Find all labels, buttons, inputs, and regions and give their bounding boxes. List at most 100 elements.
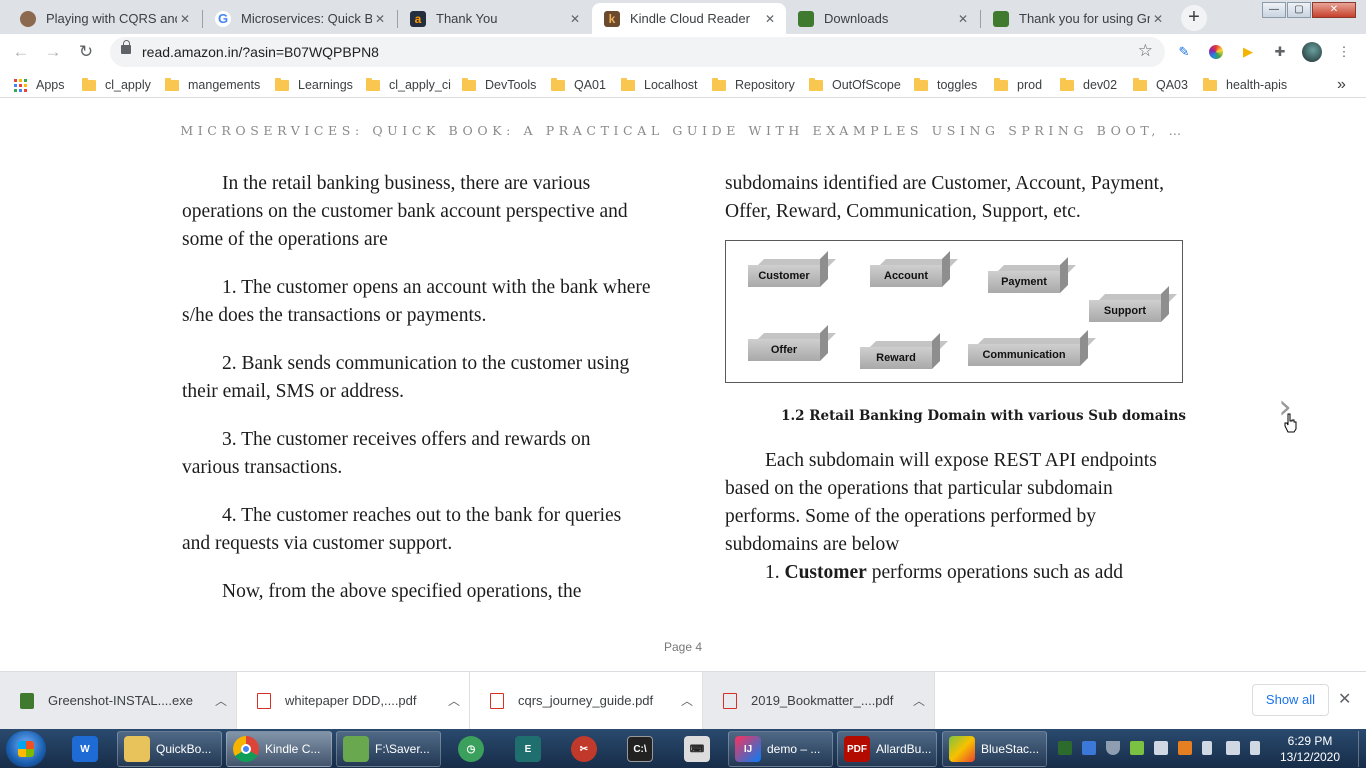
bookmark-folder[interactable]: health-apis — [1203, 76, 1287, 94]
new-tab-button[interactable]: + — [1181, 5, 1207, 31]
figure-box-communication: Communication — [968, 330, 1096, 366]
folder-icon — [462, 77, 476, 91]
menu-icon[interactable]: ⋮ — [1334, 42, 1354, 62]
taskbar-item-pdf-reader[interactable]: PDF AllardBu... — [837, 731, 937, 767]
bookmark-folder[interactable]: Repository — [712, 76, 795, 94]
taskbar-item-intellij[interactable]: IJ demo – ... — [728, 731, 833, 767]
tab-thank-you[interactable]: a Thank You ✕ — [398, 3, 591, 34]
left-column: In the retail banking business, there ar… — [182, 170, 652, 626]
taskbar-editor[interactable]: E — [509, 731, 549, 767]
bookmarks-overflow-button[interactable]: » — [1337, 76, 1346, 94]
window-close-button[interactable]: ✕ — [1312, 2, 1356, 18]
address-bar[interactable]: read.amazon.in/?asin=B07WQPBPN8 ☆ — [110, 37, 1165, 67]
folder-icon — [366, 77, 380, 91]
kindle-icon: k — [604, 10, 620, 27]
bookmark-folder[interactable]: QA03 — [1133, 76, 1188, 94]
download-item[interactable]: 2019_Bookmatter_....pdf ︿ — [703, 672, 935, 729]
close-icon[interactable]: ✕ — [372, 12, 388, 26]
paragraph: Now, from the above specified operations… — [222, 581, 582, 602]
taskbar-snipping[interactable]: ✂ — [565, 731, 605, 767]
system-clock[interactable]: 6:29 PM 13/12/2020 — [1268, 733, 1352, 765]
download-item[interactable]: whitepaper DDD,....pdf ︿ — [237, 672, 470, 729]
bookmark-folder[interactable]: DevTools — [462, 76, 536, 94]
minimize-button[interactable]: — — [1262, 2, 1286, 18]
back-button[interactable]: ← — [9, 40, 33, 64]
tab-microservices[interactable]: G Microservices: Quick Boo ✕ — [203, 3, 396, 34]
bookmark-label: Apps — [36, 78, 65, 92]
bookmark-label: Learnings — [298, 78, 353, 92]
tray-flag-icon[interactable] — [1202, 741, 1212, 755]
bookmark-folder[interactable]: prod — [994, 76, 1042, 94]
close-icon[interactable]: ✕ — [177, 12, 193, 26]
tab-kindle-cloud-reader[interactable]: k Kindle Cloud Reader ✕ — [592, 3, 786, 34]
bookmark-folder[interactable]: QA01 — [551, 76, 606, 94]
bookmark-folder[interactable]: mangements — [165, 76, 260, 94]
bookmark-folder[interactable]: cl_apply — [82, 76, 151, 94]
bookmark-folder[interactable]: OutOfScope — [809, 76, 901, 94]
play-extension-icon[interactable]: ▶ — [1238, 42, 1258, 62]
taskbar-item-chrome[interactable]: Kindle C... — [226, 731, 332, 767]
tray-speaker-icon[interactable] — [1250, 741, 1260, 755]
close-icon[interactable]: ✕ — [762, 12, 778, 26]
taskbar-item-bluestacks[interactable]: BlueStac... — [942, 731, 1047, 767]
tab-downloads[interactable]: Downloads ✕ — [786, 3, 979, 34]
tray-bluestacks-icon[interactable] — [1130, 741, 1144, 755]
clock-app-icon: ◷ — [458, 736, 484, 762]
reload-button[interactable]: ↻ — [74, 40, 98, 64]
tray-volume-icon[interactable] — [1178, 741, 1192, 755]
tab-cqrs[interactable]: Playing with CQRS and E ✕ — [8, 3, 201, 34]
tab-greenshot-thanks[interactable]: Thank you for using Gree ✕ — [981, 3, 1174, 34]
close-icon[interactable]: ✕ — [567, 12, 583, 26]
close-icon[interactable]: ✕ — [955, 12, 971, 26]
forward-button[interactable]: → — [41, 40, 65, 64]
start-button[interactable] — [6, 731, 46, 767]
intellij-icon: IJ — [735, 736, 761, 762]
tab-title: Thank You — [436, 11, 498, 26]
profile-avatar[interactable] — [1302, 42, 1322, 62]
bookmark-folder[interactable]: dev02 — [1060, 76, 1117, 94]
tray-shield-icon[interactable] — [1106, 741, 1120, 755]
list-item: 1. Customer performs operations such as … — [725, 559, 1190, 587]
taskbar-pinned-app[interactable]: W — [66, 731, 106, 767]
bookmark-folder[interactable]: toggles — [914, 76, 977, 94]
folder-icon — [124, 736, 150, 762]
chevron-up-icon[interactable]: ︿ — [904, 692, 934, 709]
right-column: subdomains identified are Customer, Acco… — [725, 170, 1190, 587]
pdf-icon — [723, 692, 737, 709]
list-bold-term: Customer — [784, 562, 867, 583]
taskbar-terminal[interactable]: C:\ — [621, 731, 661, 767]
tab-title: Microservices: Quick Boo — [241, 11, 372, 26]
star-icon[interactable]: ☆ — [1138, 41, 1153, 61]
taskbar-keyboard[interactable]: ⌨ — [678, 731, 718, 767]
installer-icon — [20, 692, 34, 709]
download-item[interactable]: cqrs_journey_guide.pdf ︿ — [470, 672, 703, 729]
chevron-up-icon[interactable]: ︿ — [439, 692, 469, 709]
bookmark-folder[interactable]: Learnings — [275, 76, 353, 94]
chevron-up-icon[interactable]: ︿ — [206, 692, 236, 709]
tray-grid-icon[interactable] — [1154, 741, 1168, 755]
chevron-up-icon[interactable]: ︿ — [672, 692, 702, 709]
bookmark-apps[interactable]: Apps — [14, 76, 65, 94]
color-wheel-extension-icon[interactable] — [1206, 42, 1226, 62]
bookmark-folder[interactable]: cl_apply_ci — [366, 76, 451, 94]
taskbar-item-explorer[interactable]: QuickBo... — [117, 731, 222, 767]
tray-greenshot-icon[interactable] — [1058, 741, 1072, 755]
tray-monitor-icon[interactable] — [1226, 741, 1240, 755]
show-desktop-button[interactable] — [1358, 731, 1366, 767]
puzzle-extensions-icon[interactable]: ✚ — [1270, 42, 1290, 62]
download-item[interactable]: Greenshot-INSTAL....exe ︿ — [0, 672, 237, 729]
bookmark-folder[interactable]: Localhost — [621, 76, 698, 94]
taskbar-clock-app[interactable]: ◷ — [452, 731, 492, 767]
taskbar-label: demo – ... — [767, 742, 821, 756]
maximize-button[interactable]: ▢ — [1287, 2, 1311, 18]
tray-network-monitor-icon[interactable] — [1082, 741, 1096, 755]
download-filename: whitepaper DDD,....pdf — [285, 693, 417, 708]
close-downloads-button[interactable]: ✕ — [1338, 689, 1351, 709]
taskbar-item-notepad[interactable]: F:\Saver... — [336, 731, 441, 767]
page-number: Page 4 — [663, 640, 703, 654]
show-all-button[interactable]: Show all — [1252, 684, 1329, 716]
eyedropper-extension-icon[interactable]: ✎ — [1174, 42, 1194, 62]
keyboard-icon: ⌨ — [684, 736, 710, 762]
list-item: 4. The customer reaches out to the bank … — [182, 505, 622, 554]
close-icon[interactable]: ✕ — [1150, 12, 1166, 26]
